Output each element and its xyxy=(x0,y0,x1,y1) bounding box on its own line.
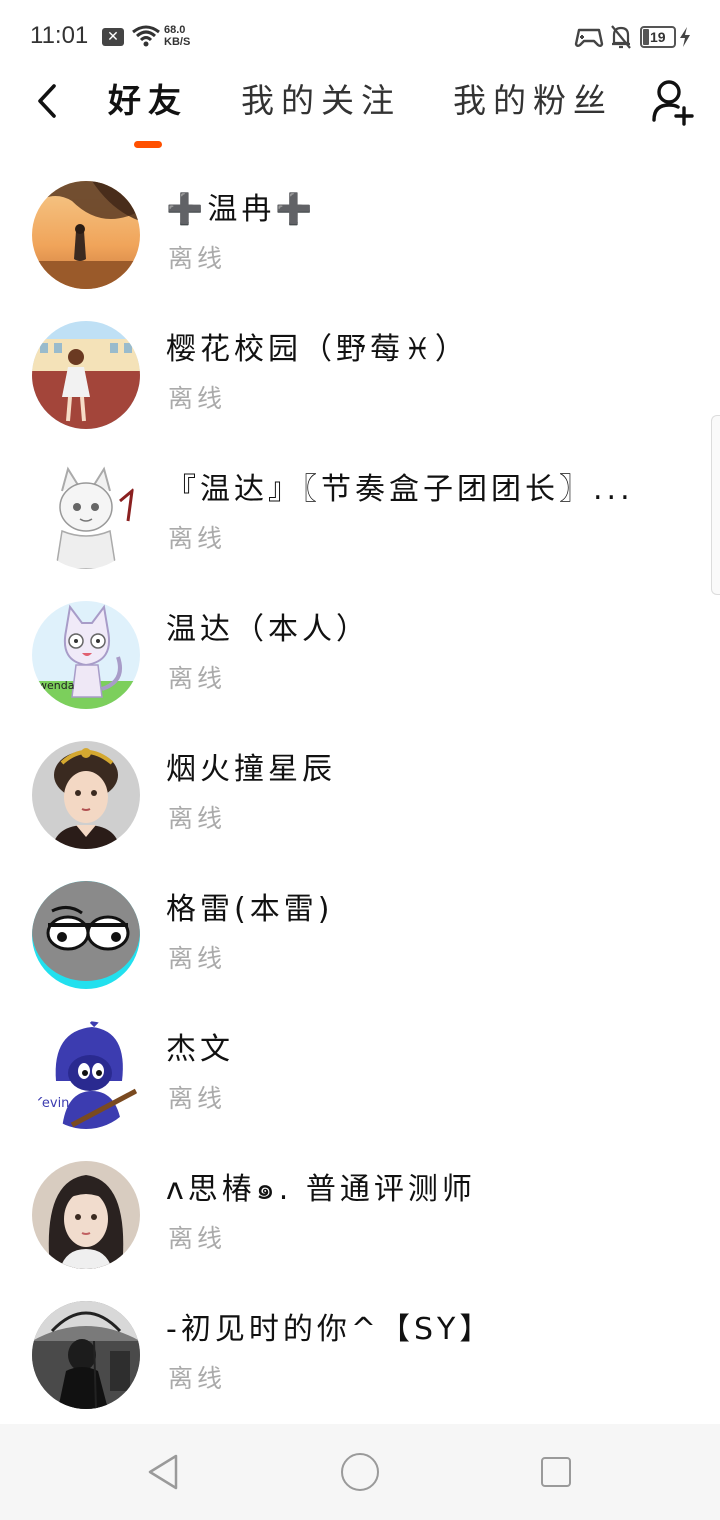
friend-name: 『温达』〖节奏盒子团团长〗... xyxy=(166,472,634,507)
avatar[interactable]: Kevin xyxy=(32,1021,140,1129)
friend-name: 格雷(本雷) xyxy=(166,892,334,927)
tab-fans[interactable]: 我的粉丝 xyxy=(453,80,613,122)
back-button[interactable] xyxy=(28,80,68,122)
network-speed-value: 68.0 xyxy=(164,24,186,36)
avatar[interactable] xyxy=(32,181,140,289)
active-tab-indicator xyxy=(134,141,162,148)
bolt-icon xyxy=(680,27,690,47)
friend-name: ➕温冉➕ xyxy=(166,192,317,227)
friend-item[interactable]: 烟火撞星辰 离线 xyxy=(0,725,720,865)
avatar[interactable] xyxy=(32,461,140,569)
tab-following[interactable]: 我的关注 xyxy=(241,80,401,122)
network-speed: 68.0 KB/S xyxy=(164,24,190,48)
friend-item[interactable]: -初见时的你^【SY】 离线 xyxy=(0,1285,720,1425)
avatar-caption: Kevin xyxy=(34,1096,69,1111)
friend-name: ʌ思椿๑. 普通评测师 xyxy=(166,1172,476,1207)
friend-name: -初见时的你^【SY】 xyxy=(166,1312,494,1347)
status-bar: 11:01 ✕ 68.0 KB/S 19 xyxy=(0,0,720,72)
avatar[interactable] xyxy=(32,1301,140,1409)
friend-name: 杰文 xyxy=(166,1032,234,1067)
friend-status: 离线 xyxy=(168,664,227,693)
friend-item[interactable]: 『温达』〖节奏盒子团团长〗... 离线 xyxy=(0,445,720,585)
nav-recent-apps-icon[interactable] xyxy=(541,1457,571,1487)
tab-friends[interactable]: 好友 xyxy=(108,80,188,122)
friend-name: 烟火撞星辰 xyxy=(166,752,336,787)
nav-home-icon[interactable] xyxy=(341,1453,379,1491)
network-speed-unit: KB/S xyxy=(164,36,191,48)
friend-status: 离线 xyxy=(168,944,227,973)
friend-item[interactable]: ʌ思椿๑. 普通评测师 离线 xyxy=(0,1145,720,1285)
friend-status: 离线 xyxy=(168,384,227,413)
avatar[interactable] xyxy=(32,881,140,989)
friend-item[interactable]: ➕温冉➕ 离线 xyxy=(0,165,720,305)
friend-status: 离线 xyxy=(168,524,227,553)
battery-icon: 19 xyxy=(640,26,676,48)
friend-list: ➕温冉➕ 离线 樱花校园（野莓♓） 离线 『温达』〖节奏盒子团团长〗... 离线… xyxy=(0,165,720,1425)
friend-status: 离线 xyxy=(168,1364,227,1393)
add-user-icon[interactable] xyxy=(650,78,694,126)
scroll-indicator[interactable] xyxy=(711,415,720,595)
system-nav-bar xyxy=(0,1424,720,1520)
friend-status: 离线 xyxy=(168,1084,227,1113)
nav-back-icon[interactable] xyxy=(146,1452,182,1492)
close-box-icon: ✕ xyxy=(102,28,124,46)
avatar[interactable] xyxy=(32,741,140,849)
avatar-caption: wenda xyxy=(38,679,74,692)
friend-status: 离线 xyxy=(168,1224,227,1253)
battery-level: 19 xyxy=(650,29,666,45)
friend-name: 温达（本人） xyxy=(166,612,370,647)
friend-item[interactable]: wenda 温达（本人） 离线 xyxy=(0,585,720,725)
avatar[interactable]: wenda xyxy=(32,601,140,709)
bell-muted-icon xyxy=(611,25,631,49)
header: 好友 我的关注 我的粉丝 xyxy=(0,72,720,162)
status-time: 11:01 xyxy=(30,22,89,49)
friend-item[interactable]: 樱花校园（野莓♓） 离线 xyxy=(0,305,720,445)
friend-item[interactable]: 格雷(本雷) 离线 xyxy=(0,865,720,1005)
gamepad-icon xyxy=(574,28,604,47)
friend-item[interactable]: Kevin 杰文 离线 xyxy=(0,1005,720,1145)
avatar[interactable] xyxy=(32,1161,140,1269)
friend-status: 离线 xyxy=(168,804,227,833)
wifi-icon xyxy=(132,25,160,47)
avatar[interactable] xyxy=(32,321,140,429)
friend-name: 樱花校园（野莓♓） xyxy=(166,332,469,367)
friend-status: 离线 xyxy=(168,244,227,273)
